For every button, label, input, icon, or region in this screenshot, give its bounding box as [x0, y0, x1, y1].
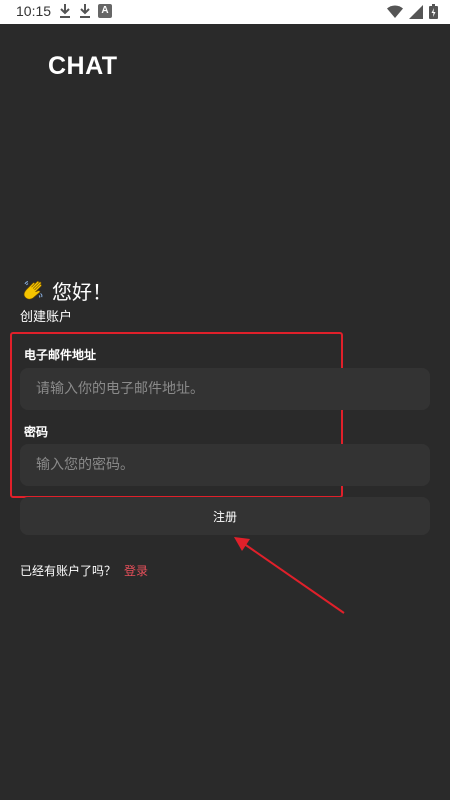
status-time: 10:15: [16, 3, 52, 19]
status-right-icons: [387, 4, 438, 19]
battery-icon: [429, 4, 438, 19]
download-icon: [78, 3, 92, 19]
password-input[interactable]: [20, 444, 430, 486]
login-prompt: 已经有账户了吗？: [20, 564, 117, 578]
greeting: 您好！: [22, 276, 112, 305]
login-row: 已经有账户了吗？ 登录: [20, 562, 148, 579]
app-screen: CHAT 您好！ 创建账户 电子邮件地址 密码 注册 已经有账户了吗？ 登录: [0, 24, 450, 800]
signal-icon: [409, 4, 423, 19]
register-button[interactable]: 注册: [20, 497, 430, 535]
download-icon: [58, 3, 72, 19]
app-title: CHAT: [48, 52, 118, 80]
a-icon: A: [98, 4, 112, 18]
email-label: 电子邮件地址: [24, 348, 97, 362]
status-left-icons: A: [58, 3, 112, 19]
email-input[interactable]: [20, 368, 430, 410]
subtitle: 创建账户: [20, 310, 73, 325]
annotation-arrow: [226, 529, 350, 625]
wifi-icon: [387, 5, 403, 19]
greeting-text: 您好！: [52, 280, 112, 304]
password-label: 密码: [24, 425, 49, 439]
login-link[interactable]: 登录: [124, 562, 148, 579]
waving-hand-icon: [22, 279, 46, 303]
status-bar: 10:15 A: [0, 0, 450, 24]
